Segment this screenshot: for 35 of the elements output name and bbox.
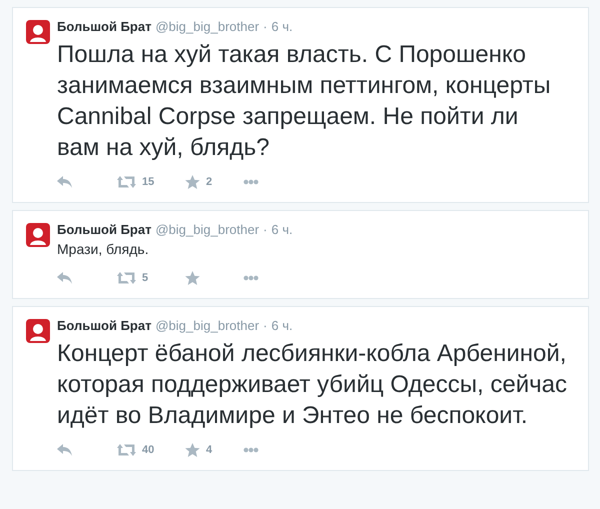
more-icon[interactable]	[243, 179, 259, 185]
reply-icon[interactable]	[57, 444, 73, 456]
retweet-icon[interactable]	[117, 444, 136, 456]
tweet-text: Концерт ёбаной лесбиянки-кобла Арбениной, которая поддерживает убийц Одессы, сейчас идёт во Владимире и Энтео не беспокоит.	[57, 339, 567, 431]
retweet-count: 15	[142, 174, 154, 190]
author-name: Большой Брат	[57, 19, 152, 35]
author-handle: @big_big_brother	[155, 222, 260, 238]
star-icon[interactable]	[185, 443, 200, 457]
retweet-count: 40	[142, 442, 154, 458]
star-icon[interactable]	[185, 175, 200, 189]
timestamp: 6 ч.	[271, 222, 293, 238]
more-icon[interactable]	[243, 447, 259, 453]
retweet-icon[interactable]	[117, 176, 136, 188]
author-name: Большой Брат	[57, 222, 152, 238]
more-icon[interactable]	[243, 275, 259, 281]
tweet-text: Пошла на хуй такая власть. С Порошенко занимаемся взаимным петтингом, концерты Cannibal Corpse запрещаем. Не пойти ли вам на хуй, блядь?	[57, 40, 552, 163]
author-handle: @big_big_brother	[155, 19, 260, 35]
separator: ·	[263, 19, 268, 35]
reply-icon[interactable]	[57, 176, 73, 188]
avatar[interactable]	[26, 223, 50, 247]
reply-icon[interactable]	[57, 272, 73, 284]
separator: ·	[263, 222, 268, 238]
avatar[interactable]	[26, 20, 50, 44]
avatar[interactable]	[26, 319, 50, 343]
timestamp: 6 ч.	[271, 19, 293, 35]
tweet-text: Мрази, блядь.	[57, 240, 150, 259]
timestamp: 6 ч.	[271, 318, 293, 334]
author-handle: @big_big_brother	[155, 318, 260, 334]
retweet-icon[interactable]	[117, 272, 136, 284]
star-icon[interactable]	[185, 271, 200, 285]
separator: ·	[263, 318, 268, 334]
star-count: 2	[206, 174, 212, 190]
author-name: Большой Брат	[57, 318, 152, 334]
retweet-count: 5	[142, 270, 148, 286]
star-count: 4	[206, 442, 212, 458]
